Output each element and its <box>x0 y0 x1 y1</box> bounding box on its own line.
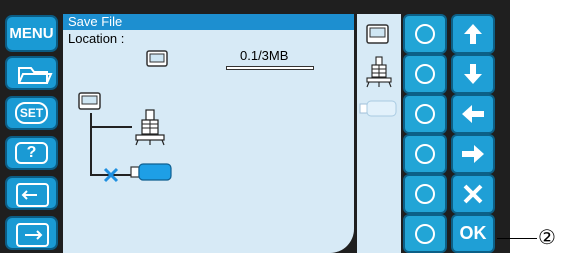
ok-label: OK <box>459 223 487 243</box>
option-machine-icon[interactable] <box>365 56 393 88</box>
option-button-4[interactable] <box>403 134 447 174</box>
circle-icon <box>415 144 435 164</box>
help-label: ? <box>15 142 48 164</box>
embroidery-machine-icon <box>135 109 165 146</box>
location-label: Location : <box>68 31 125 46</box>
circle-icon <box>415 64 435 84</box>
ok-button[interactable]: OK <box>451 214 495 253</box>
menu-label: MENU <box>9 25 54 42</box>
right-button[interactable] <box>451 134 495 174</box>
transfer-right-icon <box>16 223 49 247</box>
transfer-left-icon <box>16 183 49 207</box>
set-label: SET <box>15 102 48 124</box>
close-icon <box>463 184 483 204</box>
up-button[interactable] <box>451 14 495 54</box>
arrow-left-icon <box>462 105 484 123</box>
down-button[interactable] <box>451 54 495 94</box>
option-button-1[interactable] <box>403 14 447 54</box>
save-file-panel <box>63 14 354 253</box>
circle-icon <box>415 24 435 44</box>
send-left-button[interactable] <box>5 176 58 210</box>
save-target-x-icon <box>103 167 119 183</box>
tree-branch-vertical <box>90 113 92 175</box>
callout-line <box>497 238 537 239</box>
option-button-6[interactable] <box>403 214 447 253</box>
folder-button[interactable] <box>5 56 58 90</box>
location-options-column <box>357 14 401 253</box>
circle-icon <box>415 184 435 204</box>
circle-icon <box>415 224 435 244</box>
help-button[interactable]: ? <box>5 136 58 170</box>
option-usb-icon[interactable] <box>359 100 397 118</box>
option-button-5[interactable] <box>403 174 447 214</box>
dialog-title: Save File <box>63 14 354 30</box>
arrow-down-icon <box>464 64 482 84</box>
machine-memory-icon <box>146 50 168 67</box>
arrow-right-icon <box>462 145 484 163</box>
option-button-3[interactable] <box>403 94 447 134</box>
capacity-text: 0.1/3MB <box>240 48 289 63</box>
callout-number: ② <box>538 227 556 249</box>
usb-stick-icon <box>130 163 172 181</box>
arrow-up-icon <box>464 24 482 44</box>
left-button[interactable] <box>451 94 495 134</box>
menu-button[interactable]: MENU <box>5 15 58 52</box>
folder-icon <box>18 67 53 84</box>
capacity-bar <box>226 66 314 70</box>
set-button[interactable]: SET <box>5 96 58 130</box>
option-button-2[interactable] <box>403 54 447 94</box>
option-memory-icon[interactable] <box>366 24 390 46</box>
send-right-button[interactable] <box>5 216 58 250</box>
circle-icon <box>415 104 435 124</box>
tree-branch-machine <box>90 126 132 128</box>
tree-memory-icon <box>78 92 101 110</box>
cancel-button[interactable] <box>451 174 495 214</box>
